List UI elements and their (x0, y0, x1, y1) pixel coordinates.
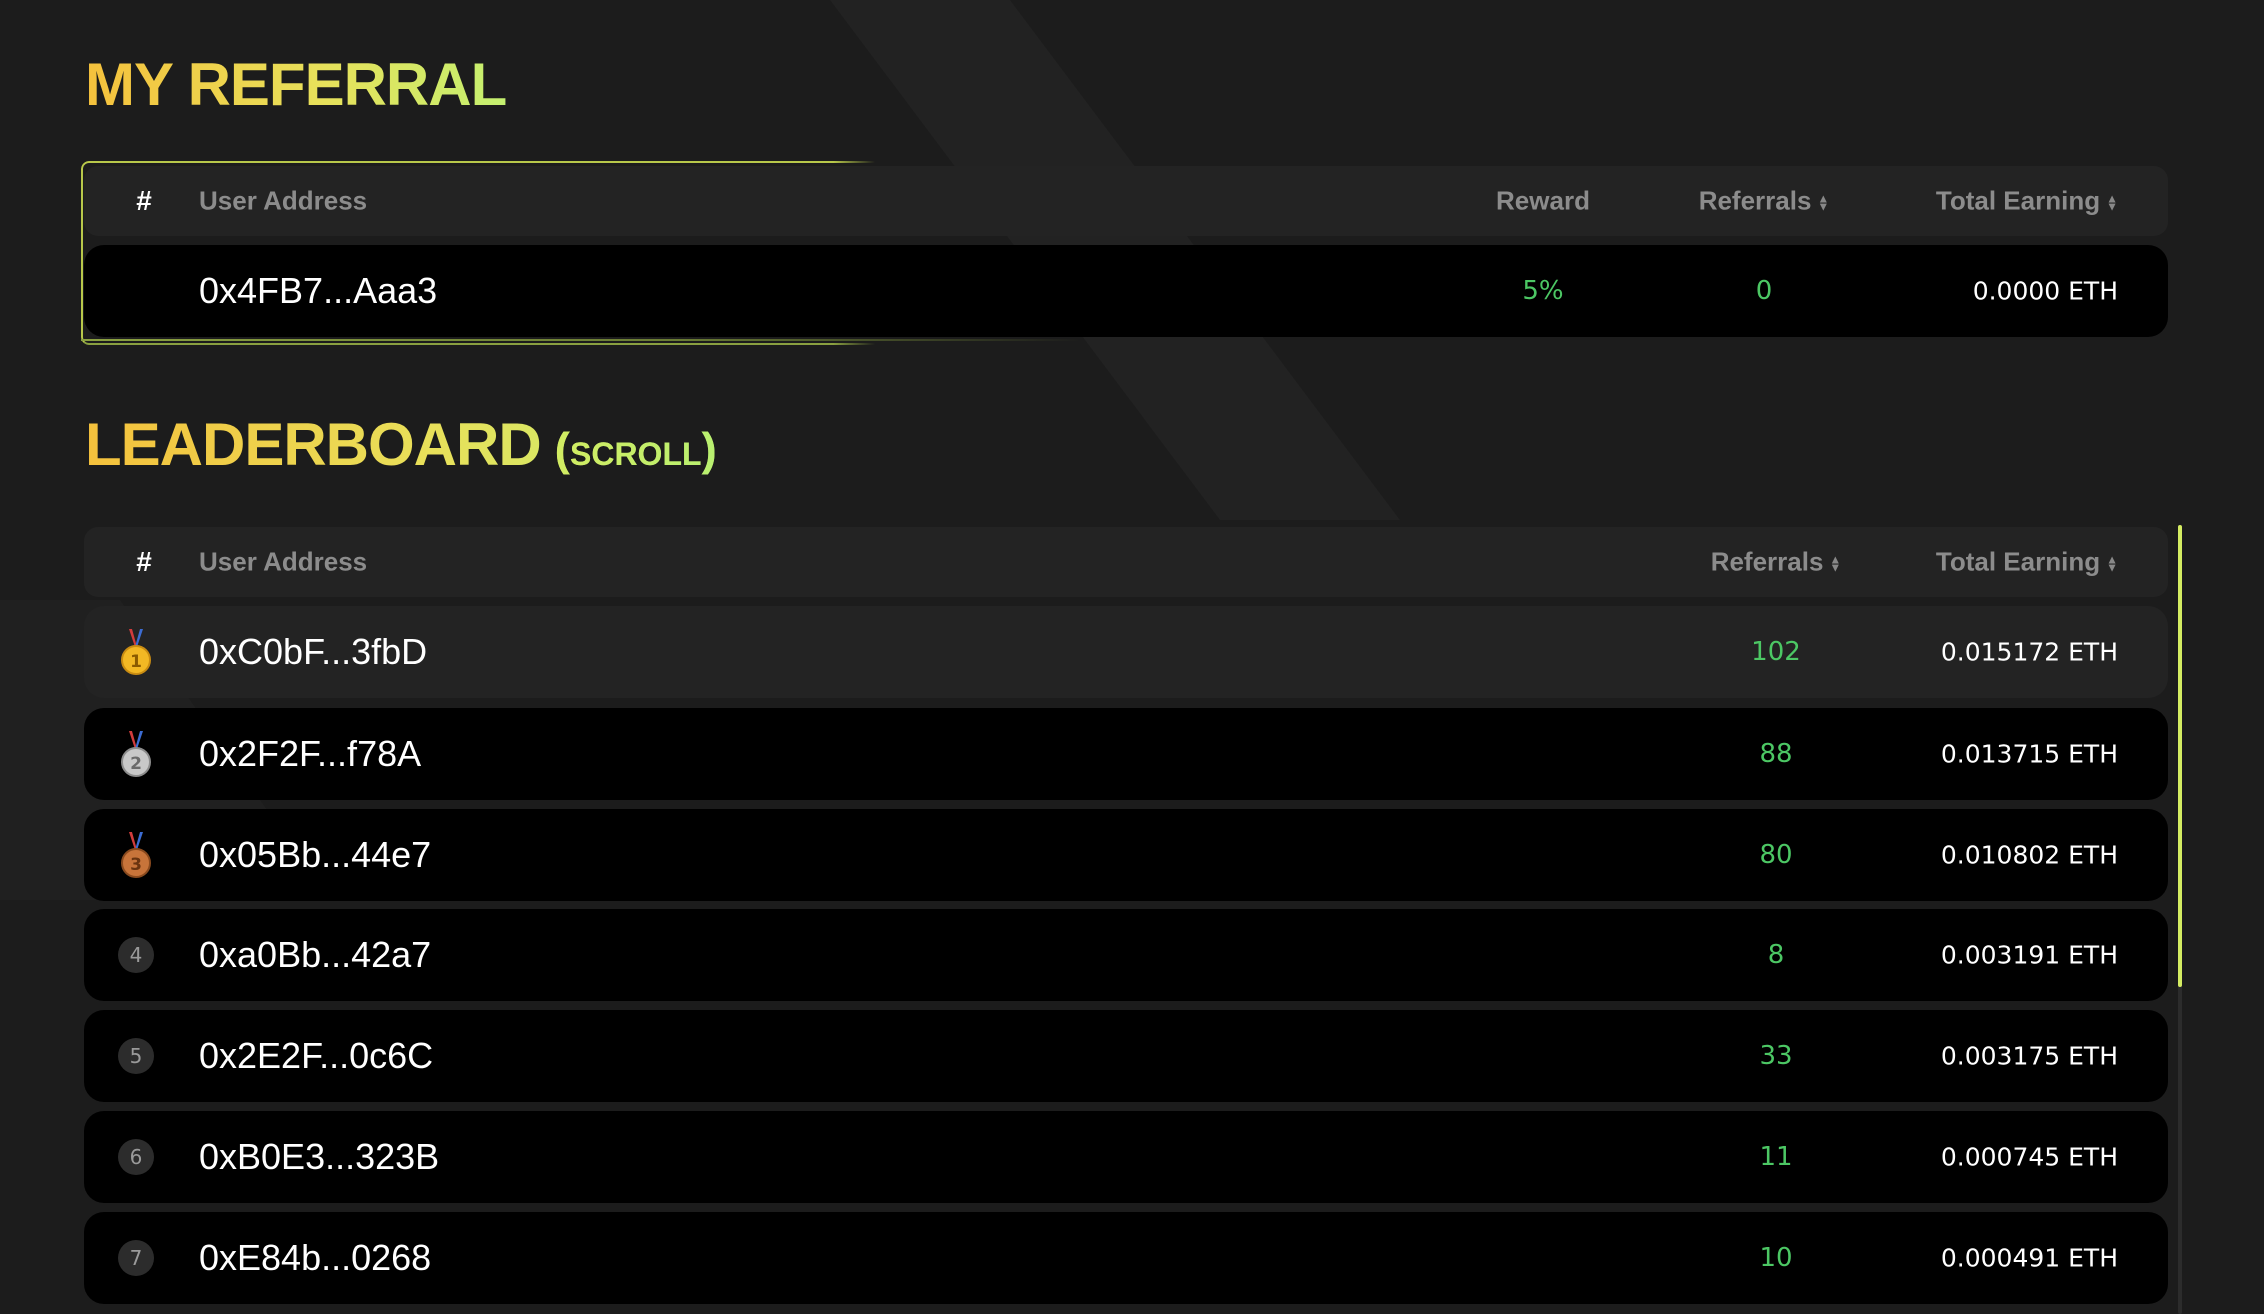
referral-table-header: # User Address Reward Referrals ▲ ▼ Total … (84, 166, 2168, 236)
rank-badge: 7 (118, 1240, 154, 1276)
referral-user-address: 0x4FB7...Aaa3 (199, 270, 438, 311)
leaderboard-user-address: 0x2F2F...f78A (199, 733, 422, 774)
sort-icon: ▲ ▼ (2106, 191, 2118, 214)
user-address-column-header: User Address (199, 185, 368, 216)
leaderboard-total-earning: 0.000491 ETH (1940, 1243, 2118, 1273)
medal-rank-label: 1 (130, 652, 142, 672)
leaderboard-user-address: 0x05Bb...44e7 (199, 834, 432, 875)
leaderboard-row: 2 0x2F2F...f78A 88 0.013715 ETH (84, 708, 2168, 800)
leaderboard-table-header: # User Address Referrals ▲ ▼ Total Earning… (84, 527, 2168, 597)
leaderboard-title: LEADERBOARD (scroll) (85, 410, 717, 479)
leaderboard-row: 7 0xE84b...0268 10 0.000491 ETH (84, 1212, 2168, 1304)
total-earning-column-header[interactable]: Total Earning ▲ ▼ (1936, 186, 2118, 217)
referral-row: 0x4FB7...Aaa3 5% 0 0.0000 ETH (84, 245, 2168, 337)
referrals-header-label: Referrals (1698, 185, 1812, 216)
sort-icon: ▲ ▼ (1817, 191, 1830, 214)
leaderboard-row: 1 0xC0bF...3fbD 102 0.015172 ETH (84, 606, 2168, 698)
leaderboard-user-address: 0xB0E3...323B (199, 1136, 440, 1177)
leaderboard-row: 4 0xa0Bb...42a7 8 0.003191 ETH (84, 909, 2168, 1001)
leaderboard-referrals: 33 (1759, 1041, 1793, 1071)
leaderboard-row: 3 0x05Bb...44e7 80 0.010802 ETH (84, 809, 2168, 901)
scroll-hint: (scroll) (554, 423, 717, 475)
leaderboard-scrollbar[interactable] (2178, 525, 2182, 1314)
sort-icon: ▲ ▼ (1829, 552, 1842, 575)
referrals-column-header[interactable]: Referrals ▲ ▼ (1644, 186, 1884, 217)
referral-total-earning: 0.0000 ETH (1972, 276, 2118, 306)
leaderboard-row: 5 0x2E2F...0c6C 33 0.003175 ETH (84, 1010, 2168, 1102)
referrals-header-label: Referrals (1710, 546, 1824, 577)
leaderboard-referrals: 88 (1759, 739, 1793, 769)
total-earning-header-label: Total Earning (1935, 185, 2101, 216)
total-earning-column-header[interactable]: Total Earning ▲ ▼ (1936, 547, 2118, 578)
leaderboard-user-address: 0xC0bF...3fbD (199, 631, 428, 672)
leaderboard-user-address: 0xa0Bb...42a7 (199, 934, 432, 975)
rank-column-header: # (136, 185, 152, 216)
leaderboard-row: 6 0xB0E3...323B 11 0.000745 ETH (84, 1111, 2168, 1203)
leaderboard-referrals: 102 (1751, 637, 1801, 667)
leaderboard-referrals: 11 (1759, 1142, 1793, 1172)
leaderboard-total-earning: 0.010802 ETH (1940, 840, 2118, 870)
gold-medal-icon: 1 (116, 627, 156, 677)
leaderboard-referrals: 80 (1759, 840, 1793, 870)
medal-rank-label: 3 (130, 855, 142, 875)
referrals-column-header[interactable]: Referrals ▲ ▼ (1656, 547, 1896, 578)
medal-rank-label: 2 (130, 754, 142, 774)
leaderboard-total-earning: 0.015172 ETH (1940, 637, 2118, 667)
leaderboard-total-earning: 0.003175 ETH (1940, 1041, 2118, 1071)
user-address-column-header: User Address (199, 546, 368, 577)
bronze-medal-icon: 3 (116, 830, 156, 880)
leaderboard-total-earning: 0.003191 ETH (1940, 940, 2118, 970)
leaderboard-user-address: 0xE84b...0268 (199, 1237, 432, 1278)
leaderboard-title-text: LEADERBOARD (85, 411, 541, 478)
rank-badge: 5 (118, 1038, 154, 1074)
referral-count: 0 (1755, 276, 1773, 306)
rank-badge: 4 (118, 937, 154, 973)
leaderboard-total-earning: 0.000745 ETH (1940, 1142, 2118, 1172)
referral-reward: 5% (1522, 276, 1564, 306)
rank-column-header: # (136, 546, 152, 577)
leaderboard-total-earning: 0.013715 ETH (1940, 739, 2118, 769)
rank-badge: 6 (118, 1139, 154, 1175)
leaderboard-referrals: 10 (1759, 1243, 1793, 1273)
silver-medal-icon: 2 (116, 729, 156, 779)
my-referral-title: MY REFERRAL (85, 51, 507, 118)
sort-icon: ▲ ▼ (2106, 552, 2118, 575)
leaderboard-user-address: 0x2E2F...0c6C (199, 1035, 434, 1076)
referral-frame-bottom-border (81, 339, 1081, 341)
scrollbar-thumb[interactable] (2178, 525, 2182, 987)
total-earning-header-label: Total Earning (1935, 546, 2101, 577)
leaderboard-referrals: 8 (1767, 940, 1785, 970)
reward-column-header: Reward (1496, 185, 1590, 216)
